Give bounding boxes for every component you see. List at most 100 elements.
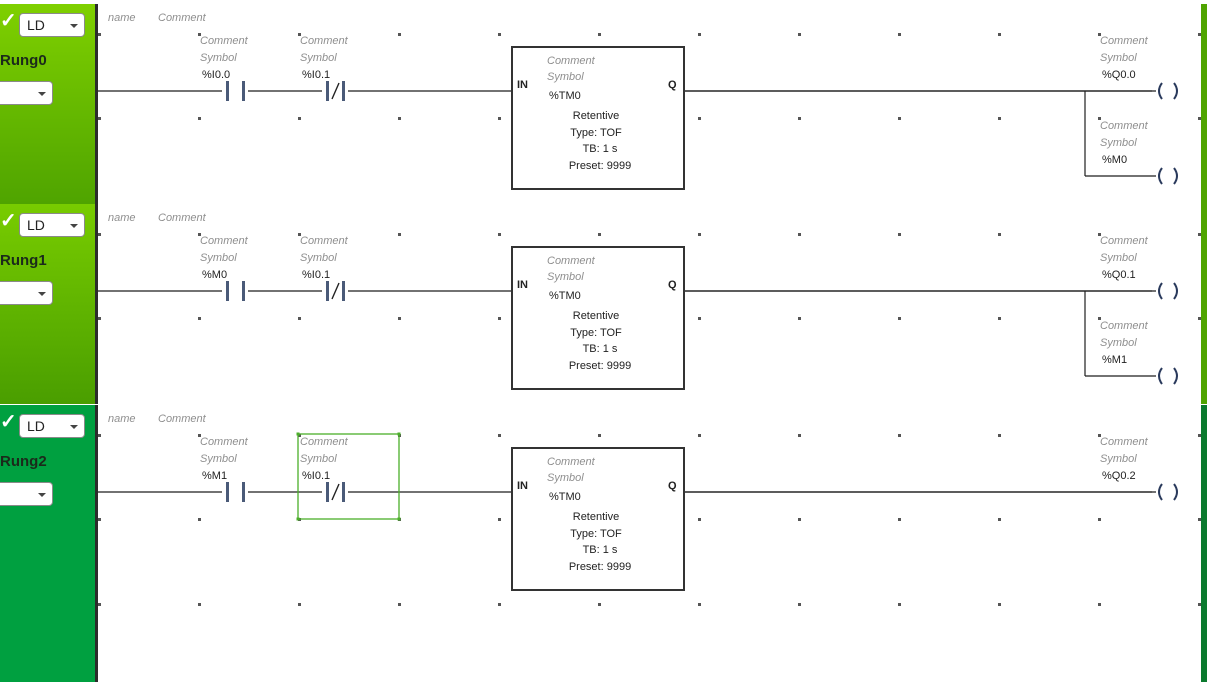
coil-symbol: Symbol xyxy=(1100,52,1137,64)
contact-symbol: Symbol xyxy=(300,252,337,264)
timer-type: Type: TOF xyxy=(570,327,622,339)
selection-handle[interactable] xyxy=(296,432,300,436)
grid-dot xyxy=(398,233,401,236)
language-select-value: LD xyxy=(27,217,45,233)
language-select[interactable]: LD xyxy=(19,13,85,37)
coil-symbol: Symbol xyxy=(1100,252,1137,264)
timer-block[interactable]: IN Q Comment Symbol %TM0 Retentive Type: TOF TB… xyxy=(511,447,685,591)
grid-dot xyxy=(598,603,601,606)
contact-symbol: Symbol xyxy=(200,252,237,264)
ladder-diagram[interactable]: name Comment Comment Symbol %M1 Comment Symbol… xyxy=(98,405,1201,682)
grid-dot xyxy=(698,233,701,236)
coil-comment: Comment xyxy=(1100,320,1149,332)
rung-mode-select[interactable] xyxy=(0,482,53,506)
coil-right-arc xyxy=(1173,483,1178,501)
output-coil[interactable]: Comment Symbol %M0 xyxy=(1085,120,1178,185)
right-rail xyxy=(1201,204,1207,404)
grid-dot xyxy=(398,117,401,120)
ladder-diagram[interactable]: name Comment Comment Symbol %I0.0 Comment Symb… xyxy=(98,4,1201,204)
timer-in-pin: IN xyxy=(517,79,528,91)
coil-symbol: Symbol xyxy=(1100,337,1137,349)
output-coil[interactable]: Comment Symbol %Q0.2 xyxy=(685,436,1178,501)
timer-timebase: TB: 1 s xyxy=(583,544,618,556)
contact-plate-left xyxy=(326,482,329,502)
contact-address: %M0 xyxy=(202,269,227,281)
timer-retentive: Retentive xyxy=(573,310,619,322)
timer-address: %TM0 xyxy=(549,491,581,503)
grid-dot xyxy=(798,33,801,36)
rung-2[interactable]: ✓ LD Rung2 name Comment Comment Symbol %M1 Comme… xyxy=(0,405,1207,682)
check-icon[interactable]: ✓ xyxy=(0,211,17,231)
grid-dot xyxy=(898,317,901,320)
rung-0[interactable]: ✓ LD Rung0 name Comment Comment Symbol %I0.0 Com… xyxy=(0,4,1207,204)
contact-symbol: Symbol xyxy=(300,453,337,465)
grid-dot xyxy=(898,33,901,36)
timer-q-pin: Q xyxy=(668,480,677,492)
grid-dot xyxy=(498,233,501,236)
language-select-value: LD xyxy=(27,418,45,434)
output-coil[interactable]: Comment Symbol %M1 xyxy=(1085,320,1178,385)
rung-comment-field: Comment xyxy=(158,212,207,224)
grid-dot xyxy=(898,518,901,521)
timer-in-pin: IN xyxy=(517,279,528,291)
rung-name-field: name xyxy=(108,413,136,425)
grid-dot xyxy=(98,603,101,606)
language-select-value: LD xyxy=(27,17,45,33)
selection-handle[interactable] xyxy=(397,517,401,521)
grid-dot xyxy=(898,117,901,120)
contact-address: %I0.1 xyxy=(302,269,330,281)
coil-address: %M0 xyxy=(1102,154,1127,166)
coil-comment: Comment xyxy=(1100,35,1149,47)
selection-handle[interactable] xyxy=(397,432,401,436)
grid-dot xyxy=(898,603,901,606)
grid-dot xyxy=(698,603,701,606)
coil-right-arc xyxy=(1173,367,1178,385)
timer-block[interactable]: IN Q Comment Symbol %TM0 Retentive Type: TOF TB… xyxy=(511,46,685,190)
output-coil[interactable]: Comment Symbol %Q0.1 xyxy=(685,235,1178,300)
chevron-down-icon xyxy=(70,24,78,28)
normally-closed-contact[interactable]: Comment Symbol %I0.1 xyxy=(296,432,401,521)
timer-q-pin: Q xyxy=(668,79,677,91)
grid-dot xyxy=(698,434,701,437)
contact-address: %M1 xyxy=(202,470,227,482)
grid-dot xyxy=(498,317,501,320)
coil-comment: Comment xyxy=(1100,120,1149,132)
rung-label: Rung2 xyxy=(0,453,47,470)
grid-dot xyxy=(398,603,401,606)
grid-dot xyxy=(1198,117,1201,120)
grid-dot xyxy=(998,518,1001,521)
rung-mode-select[interactable] xyxy=(0,281,53,305)
timer-address: %TM0 xyxy=(549,290,581,302)
grid-dot xyxy=(98,518,101,521)
timer-block[interactable]: IN Q Comment Symbol %TM0 Retentive Type: TOF TB… xyxy=(511,246,685,390)
rung-label: Rung0 xyxy=(0,52,47,69)
contact-plate-right xyxy=(342,81,345,101)
timer-retentive: Retentive xyxy=(573,511,619,523)
grid-dot xyxy=(298,603,301,606)
selection-handle[interactable] xyxy=(296,517,300,521)
timer-timebase: TB: 1 s xyxy=(583,143,618,155)
grid-dot xyxy=(1198,33,1201,36)
check-icon[interactable]: ✓ xyxy=(0,412,17,432)
output-coil[interactable]: Comment Symbol %Q0.0 xyxy=(685,35,1178,100)
grid-dot xyxy=(98,317,101,320)
language-select[interactable]: LD xyxy=(19,414,85,438)
contact-plate-right xyxy=(242,81,245,101)
language-select[interactable]: LD xyxy=(19,213,85,237)
check-icon[interactable]: ✓ xyxy=(0,11,17,31)
rung-mode-select[interactable] xyxy=(0,81,53,105)
timer-retentive: Retentive xyxy=(573,110,619,122)
grid-dot xyxy=(798,317,801,320)
grid-dot xyxy=(1198,603,1201,606)
grid-dot xyxy=(1198,233,1201,236)
timer-comment: Comment xyxy=(547,255,596,267)
timer-type: Type: TOF xyxy=(570,127,622,139)
rung-name-field: name xyxy=(108,12,136,24)
grid-dot xyxy=(98,33,101,36)
ladder-diagram[interactable]: name Comment Comment Symbol %M0 Comment Symbol… xyxy=(98,204,1201,404)
timer-q-pin: Q xyxy=(668,279,677,291)
grid-dot xyxy=(498,33,501,36)
coil-comment: Comment xyxy=(1100,235,1149,247)
rung-side-panel: ✓ LD Rung1 xyxy=(0,204,95,404)
rung-1[interactable]: ✓ LD Rung1 name Comment Comment Symbol %M0 Comme… xyxy=(0,204,1207,404)
